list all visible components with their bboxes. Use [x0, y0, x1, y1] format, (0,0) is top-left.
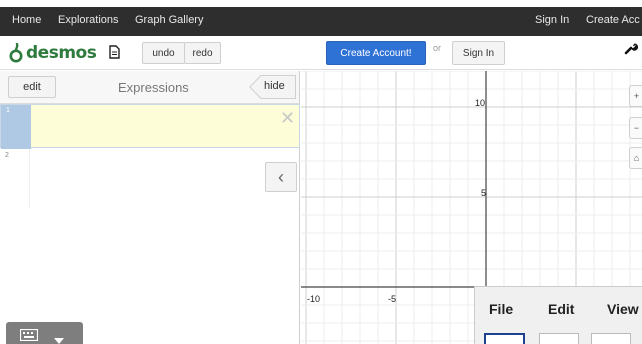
- desmos-logo[interactable]: desmos: [8, 41, 97, 65]
- or-label: or: [433, 43, 442, 53]
- zoom-default-button[interactable]: ⌂: [629, 147, 642, 169]
- row-number: 2: [5, 152, 9, 159]
- row-number: 1: [6, 107, 10, 114]
- y-tick-label: 10: [475, 98, 486, 108]
- keypad-toggle-button[interactable]: [6, 322, 83, 344]
- toolbar: desmos undo redo Create Account! Sign In: [0, 36, 642, 70]
- logo-text: desmos: [26, 43, 97, 63]
- top-strip: [0, 0, 642, 7]
- plus-icon: +: [633, 91, 640, 101]
- nav-home[interactable]: Home: [12, 14, 41, 26]
- overlay-toolbar-button[interactable]: [539, 333, 579, 344]
- document-icon[interactable]: [109, 45, 120, 59]
- edit-button[interactable]: edit: [8, 76, 56, 98]
- nav-sign-in[interactable]: Sign In: [535, 14, 569, 26]
- chevron-down-icon: [54, 331, 64, 344]
- desmos-logo-icon: [8, 42, 24, 63]
- overlay-toolbar-button[interactable]: [591, 333, 631, 344]
- nav-graph-gallery[interactable]: Graph Gallery: [135, 14, 203, 26]
- delete-expression-icon[interactable]: ✕: [280, 109, 295, 127]
- overlay-window: File Edit View: [474, 286, 642, 344]
- overlay-toolbar-button[interactable]: [484, 333, 525, 344]
- zoom-out-button[interactable]: −: [629, 117, 642, 139]
- keyboard-icon: [19, 328, 39, 344]
- hide-button[interactable]: hide: [249, 75, 296, 99]
- collapse-panel-button[interactable]: ‹: [265, 162, 297, 192]
- x-tick-label: -5: [388, 294, 397, 304]
- expressions-header: edit Expressions hide: [0, 71, 300, 104]
- redo-button[interactable]: redo: [184, 42, 221, 64]
- menu-view[interactable]: View: [607, 301, 639, 317]
- expressions-title: Expressions: [118, 80, 189, 95]
- hide-label: hide: [264, 80, 285, 92]
- wrench-icon[interactable]: [624, 41, 639, 55]
- create-account-button[interactable]: Create Account!: [326, 41, 426, 65]
- minus-icon: −: [633, 123, 640, 133]
- nav-explorations[interactable]: Explorations: [58, 14, 119, 26]
- menu-edit[interactable]: Edit: [548, 301, 574, 317]
- chevron-left-icon: ‹: [278, 166, 284, 187]
- menu-file[interactable]: File: [489, 301, 513, 317]
- expressions-list: 1 ✕ 2 ‹: [0, 104, 300, 344]
- top-nav: Home Explorations Graph Gallery Sign In …: [0, 0, 642, 36]
- sign-in-button[interactable]: Sign In: [452, 41, 505, 65]
- nav-create-account[interactable]: Create Acc: [586, 14, 640, 26]
- expression-row-1[interactable]: 1 ✕: [0, 104, 300, 149]
- x-tick-label: -10: [307, 294, 321, 304]
- y-tick-label: 5: [481, 188, 487, 198]
- home-icon: ⌂: [633, 153, 640, 163]
- zoom-in-button[interactable]: +: [629, 85, 642, 107]
- undo-button[interactable]: undo: [142, 42, 185, 64]
